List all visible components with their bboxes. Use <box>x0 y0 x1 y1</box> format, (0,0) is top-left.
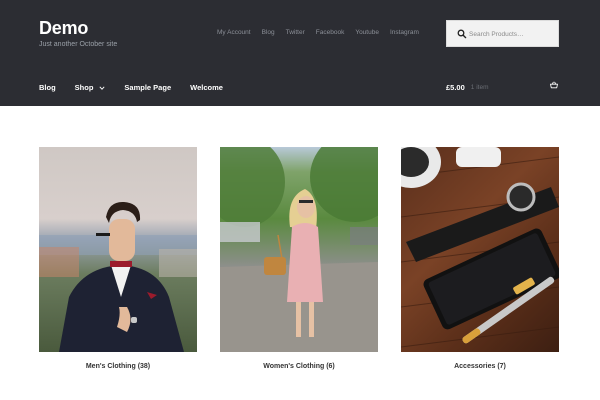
cart-item-count: 1 item <box>470 84 489 91</box>
chevron-down-icon <box>99 85 105 90</box>
product-caption[interactable]: Men's Clothing (38) <box>39 363 197 370</box>
product-name: Men's Clothing <box>85 363 136 370</box>
secondary-nav-youtube[interactable]: Youtube <box>355 29 379 36</box>
product-category-card[interactable]: Accessories (7) <box>401 147 559 370</box>
product-image[interactable] <box>39 147 197 352</box>
site-description: Just another October site <box>39 41 118 48</box>
product-image[interactable] <box>220 147 378 352</box>
product-count: (6) <box>326 363 335 370</box>
product-image[interactable] <box>401 147 559 352</box>
cart-total: £5.00 <box>446 83 465 92</box>
search-icon <box>457 29 467 39</box>
product-count: (38) <box>137 363 151 370</box>
secondary-nav-instagram[interactable]: Instagram <box>390 29 419 36</box>
search-input[interactable] <box>469 27 555 41</box>
secondary-nav-blog[interactable]: Blog <box>262 29 275 36</box>
main-nav: Blog Shop Sample Page Welcome <box>39 83 242 92</box>
product-name: Accessories <box>454 363 496 370</box>
product-count: (7) <box>497 363 506 370</box>
site-title[interactable]: Demo <box>39 18 88 39</box>
secondary-nav-twitter[interactable]: Twitter <box>286 29 305 36</box>
product-caption[interactable]: Women's Clothing (6) <box>220 363 378 370</box>
main-nav-blog[interactable]: Blog <box>39 83 56 92</box>
secondary-nav-my-account[interactable]: My Account <box>217 29 251 36</box>
secondary-nav-facebook[interactable]: Facebook <box>316 29 345 36</box>
main-nav-welcome[interactable]: Welcome <box>190 83 223 92</box>
main-nav-label: Blog <box>39 83 56 92</box>
main-nav-shop[interactable]: Shop <box>75 83 106 92</box>
cart-summary[interactable]: £5.00 1 item <box>446 83 488 92</box>
product-search <box>446 20 559 47</box>
secondary-nav: My Account Blog Twitter Facebook Youtube… <box>217 29 430 36</box>
product-name: Women's Clothing <box>263 363 325 370</box>
product-caption[interactable]: Accessories (7) <box>401 363 559 370</box>
main-nav-label: Shop <box>74 83 94 92</box>
site-header: Demo Just another October site My Accoun… <box>0 0 600 106</box>
main-nav-label: Welcome <box>190 83 223 92</box>
product-category-card[interactable]: Women's Clothing (6) <box>220 147 378 370</box>
main-nav-sample-page[interactable]: Sample Page <box>124 83 171 92</box>
cart-icon[interactable] <box>549 81 559 91</box>
product-category-card[interactable]: Men's Clothing (38) <box>39 147 197 370</box>
main-nav-label: Sample Page <box>124 83 172 92</box>
